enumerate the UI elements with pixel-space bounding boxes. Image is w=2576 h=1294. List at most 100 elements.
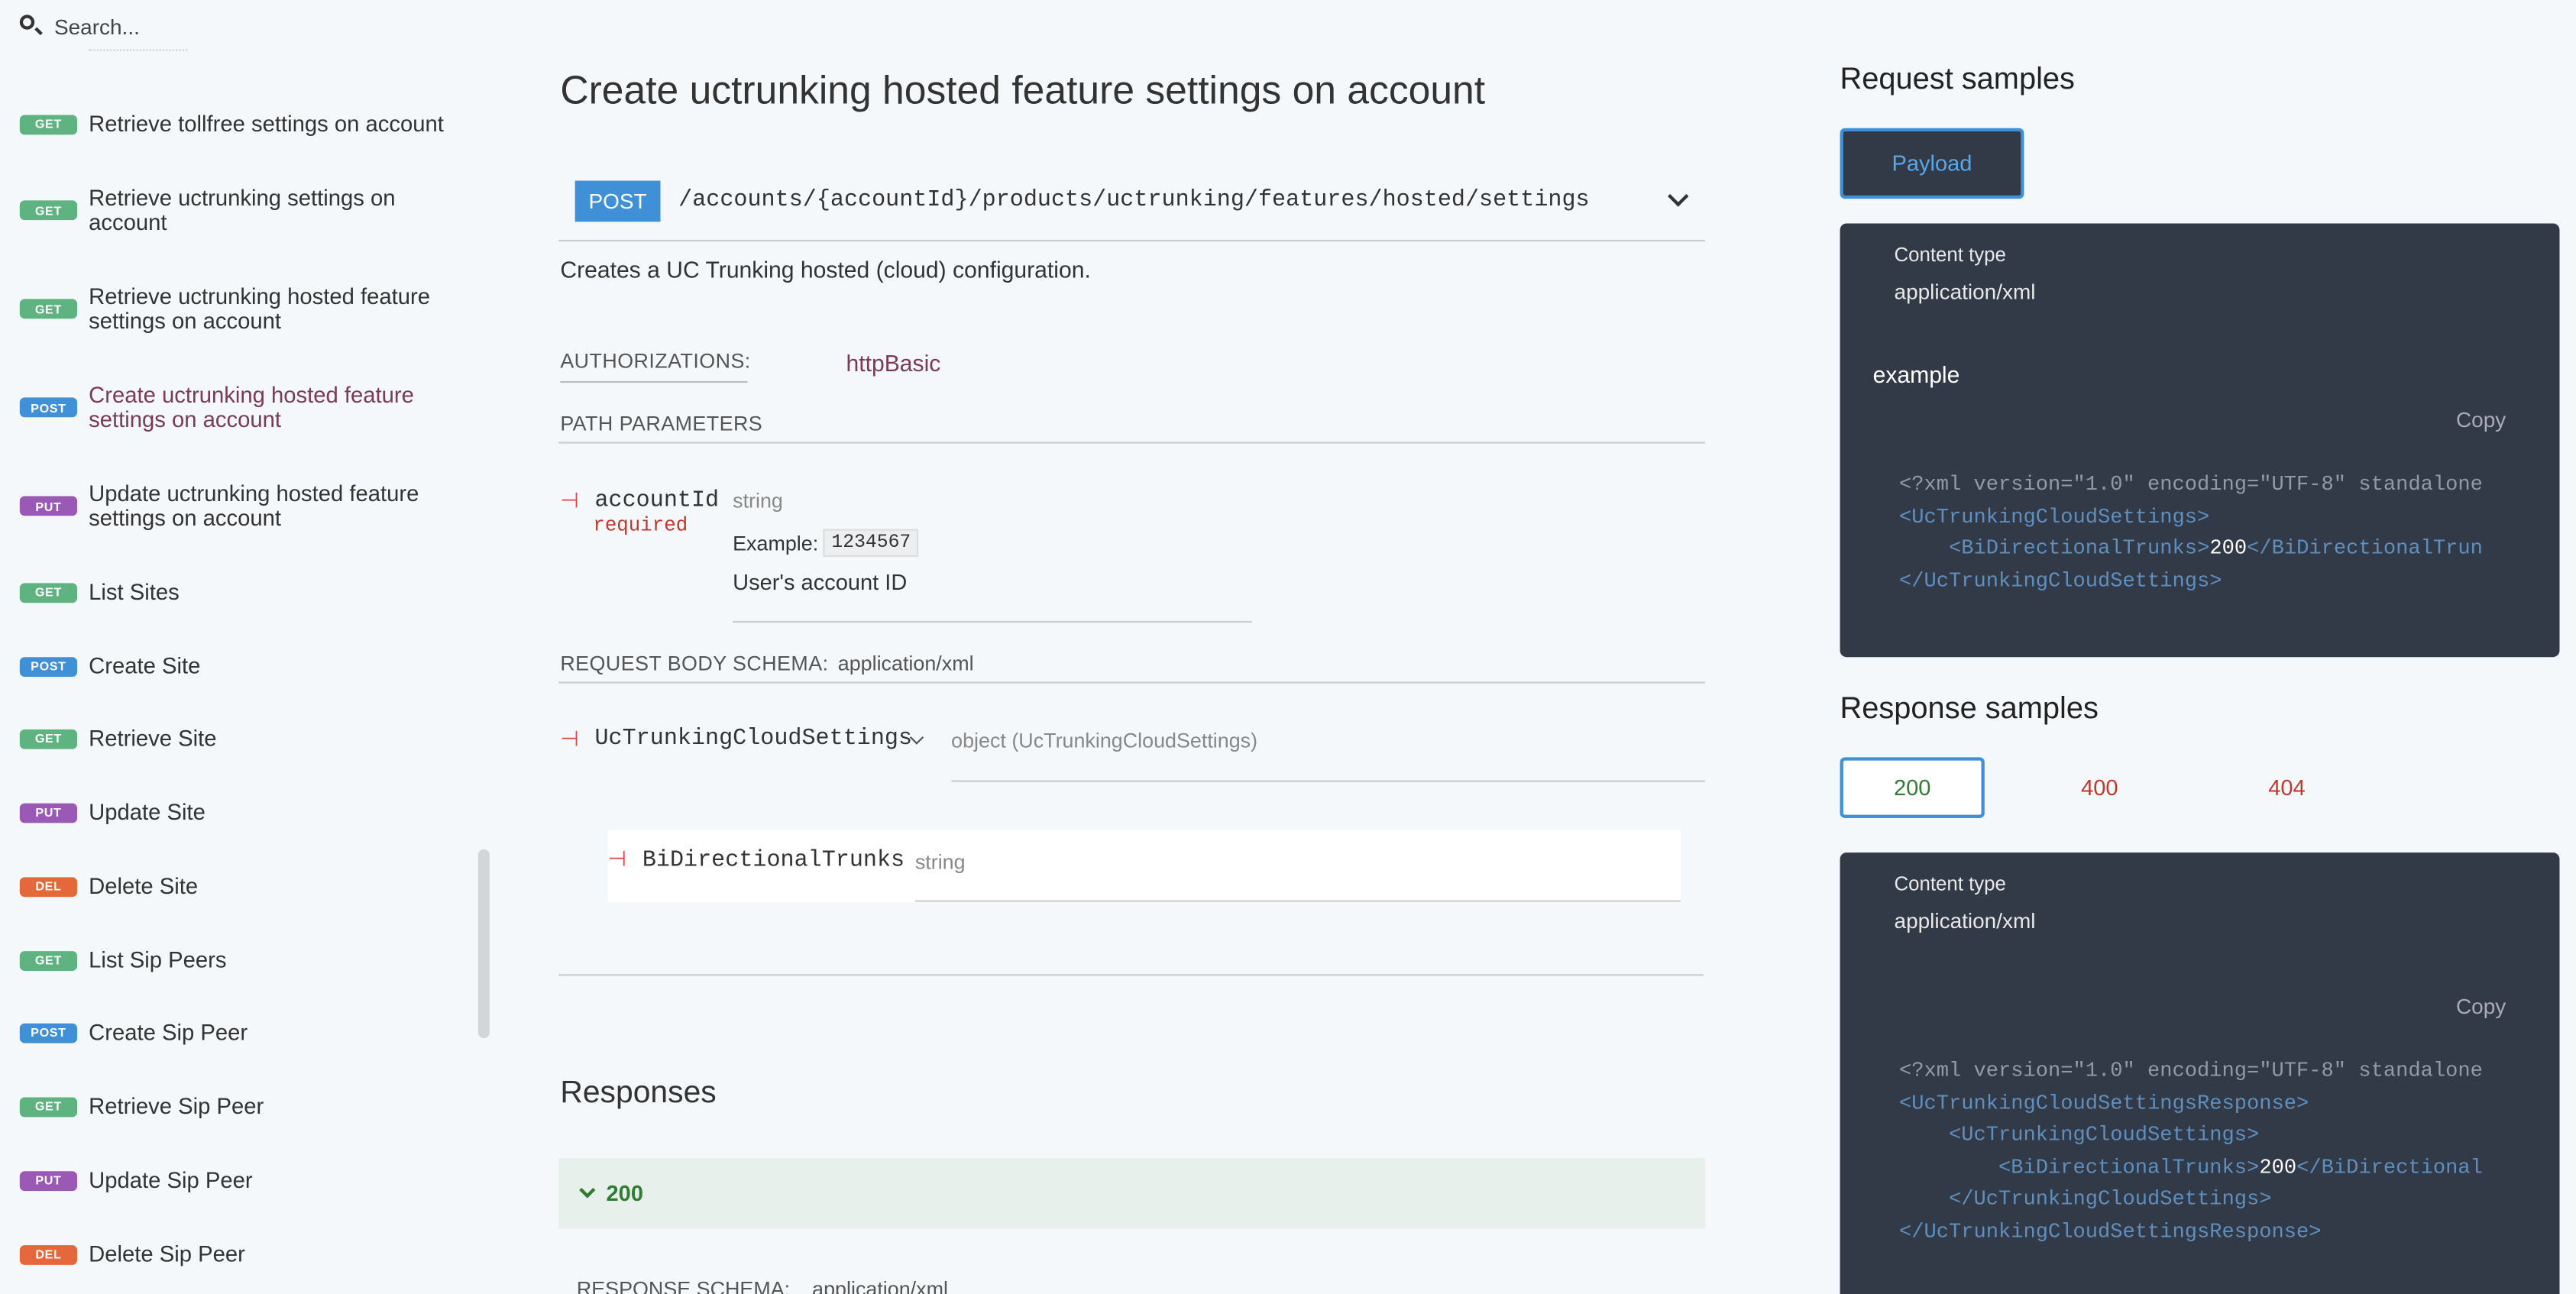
sidebar-item-label: Create Site	[89, 653, 201, 679]
divider	[951, 780, 1706, 782]
sidebar-item-update-hosted[interactable]: PUT Update uctrunking hosted feature set…	[19, 481, 464, 531]
sidebar-item-create-site[interactable]: POST Create Site	[19, 653, 464, 679]
sidebar-item-label: Update Site	[89, 800, 205, 825]
nested-schema: ⊣ BiDirectionalTrunks string	[607, 830, 1681, 902]
xml-tag: <UcTrunkingCloudSettings>	[1898, 505, 2210, 529]
tab-200[interactable]: 200	[1840, 757, 1985, 818]
sidebar-item-delete-sip-peer[interactable]: DEL Delete Sip Peer	[19, 1241, 464, 1267]
sidebar-item-retrieve-sip-peer[interactable]: GET Retrieve Sip Peer	[19, 1094, 464, 1119]
sidebar-item-label: List Sites	[89, 580, 180, 605]
authorization-value: httpBasic	[846, 350, 941, 377]
path-parameters-label: PATH PARAMETERS	[560, 412, 763, 435]
get-badge: GET	[19, 950, 78, 970]
request-samples-title: Request samples	[1840, 60, 2075, 95]
param-name: accountId	[594, 487, 720, 515]
sidebar-item-label: Retrieve tollfree settings on account	[89, 112, 444, 137]
sidebar-item-label: Retrieve Sip Peer	[89, 1094, 264, 1119]
sidebar-scrollbar[interactable]	[477, 849, 490, 1039]
sidebar-item-label: Delete Site	[89, 874, 199, 899]
sidebar-item-label: List Sip Peers	[89, 947, 227, 973]
divider	[560, 380, 748, 383]
divider	[558, 681, 1706, 684]
sidebar-item-label: Retrieve uctrunking settings on account	[89, 186, 396, 235]
param-required: required	[593, 514, 688, 538]
get-badge: GET	[19, 299, 78, 319]
main-content: Create uctrunking hosted feature setting…	[493, 0, 1791, 1294]
xml-tag: </UcTrunkingCloudSettingsResponse>	[1898, 1219, 2322, 1243]
tree-line-icon: ⊣	[607, 847, 627, 872]
sidebar-item-label: Update uctrunking hosted feature setting…	[89, 481, 419, 531]
search-bar[interactable]	[0, 0, 493, 53]
sidebar-item-label: Delete Sip Peer	[89, 1241, 245, 1267]
response-code: 200	[606, 1181, 643, 1206]
param-type: string	[733, 489, 783, 513]
param-description: User's account ID	[733, 570, 908, 595]
payload-tab[interactable]: Payload	[1840, 128, 2024, 199]
content-type-value[interactable]: application/xml	[1895, 908, 2036, 933]
content-type-value[interactable]: application/xml	[1895, 280, 2036, 304]
body-object-name[interactable]: UcTrunkingCloudSettings	[594, 726, 912, 752]
authorizations-label: AUTHORIZATIONS:	[560, 350, 751, 374]
sidebar-item-create-sip-peer[interactable]: POST Create Sip Peer	[19, 1020, 464, 1045]
xml-tag: <UcTrunkingCloudSettings>	[1948, 1123, 2260, 1147]
xml-tag: <BiDirectionalTrunks>	[1998, 1155, 2260, 1179]
sidebar-item-list-sip-peers[interactable]: GET List Sip Peers	[19, 947, 464, 973]
sidebar-item-retrieve-uctrunking[interactable]: GET Retrieve uctrunking settings on acco…	[19, 186, 464, 235]
sidebar-item-update-site[interactable]: PUT Update Site	[19, 800, 464, 825]
xml-tag: <UcTrunkingCloudSettingsResponse>	[1898, 1092, 2309, 1115]
del-badge: DEL	[19, 1244, 78, 1264]
sidebar-item-label: Retrieve uctrunking hosted feature setti…	[89, 284, 431, 334]
sidebar: GET Retrieve tollfree settings on accoun…	[0, 0, 494, 1294]
sidebar-item-retrieve-hosted[interactable]: GET Retrieve uctrunking hosted feature s…	[19, 284, 464, 334]
post-badge: POST	[19, 397, 78, 418]
response-xml: <?xml version="1.0" encoding="UTF-8" sta…	[1899, 1056, 2483, 1249]
xml-value: 200	[2259, 1155, 2297, 1179]
divider	[914, 900, 1681, 902]
responses-title: Responses	[560, 1076, 717, 1111]
xml-tag: <BiDirectionalTrunks>	[1948, 537, 2210, 561]
request-code-panel: Content type application/xml example Cop…	[1840, 223, 2560, 658]
sidebar-item-label: Update Sip Peer	[89, 1168, 253, 1193]
truncated-item	[89, 49, 188, 60]
response-code-panel: Content type application/xml Copy <?xml …	[1840, 852, 2560, 1294]
request-body-label: REQUEST BODY SCHEMA:	[560, 652, 829, 675]
sidebar-item-create-hosted[interactable]: POST Create uctrunking hosted feature se…	[19, 383, 464, 432]
sidebar-item-label: Retrieve Site	[89, 726, 217, 751]
xml-declaration: <?xml version="1.0" encoding="UTF-8" sta…	[1898, 1059, 2483, 1083]
content-type-label: Content type	[1894, 243, 2006, 267]
put-badge: PUT	[19, 802, 78, 823]
response-schema: RESPONSE SCHEMA: application/xml	[577, 1278, 948, 1294]
get-badge: GET	[19, 728, 78, 749]
endpoint-bar[interactable]: POST /accounts/{accountId}/products/uctr…	[558, 164, 1706, 242]
example-label: example	[1872, 361, 1960, 388]
search-input[interactable]	[53, 8, 465, 45]
tab-400[interactable]: 400	[2027, 757, 2172, 818]
sidebar-item-retrieve-tollfree[interactable]: GET Retrieve tollfree settings on accoun…	[19, 112, 464, 137]
example-label: Example:	[733, 531, 819, 555]
sidebar-item-retrieve-site[interactable]: GET Retrieve Site	[19, 726, 464, 751]
tree-line-icon: ⊣	[560, 727, 579, 752]
post-badge: POST	[19, 656, 78, 676]
field-type: string	[914, 850, 966, 875]
put-badge: PUT	[19, 1170, 78, 1191]
chevron-down-icon[interactable]	[1668, 186, 1689, 207]
search-icon	[19, 15, 35, 30]
response-samples-title: Response samples	[1840, 690, 2099, 725]
page-title: Create uctrunking hosted feature setting…	[560, 69, 1486, 114]
method-badge: POST	[574, 180, 661, 222]
sidebar-item-delete-site[interactable]: DEL Delete Site	[19, 874, 464, 899]
response-200-row[interactable]: 200	[558, 1158, 1706, 1229]
sidebar-item-list-sites[interactable]: GET List Sites	[19, 580, 464, 605]
copy-button[interactable]: Copy	[2456, 407, 2506, 432]
xml-declaration: <?xml version="1.0" encoding="UTF-8" sta…	[1898, 473, 2483, 497]
tree-line-icon: ⊣	[560, 489, 579, 515]
copy-button[interactable]: Copy	[2456, 994, 2506, 1018]
tab-404[interactable]: 404	[2215, 757, 2359, 818]
field-name: BiDirectionalTrunks	[642, 847, 905, 875]
body-object-type: object (UcTrunkingCloudSettings)	[951, 729, 1258, 752]
sidebar-item-update-sip-peer[interactable]: PUT Update Sip Peer	[19, 1168, 464, 1193]
chevron-down-icon	[579, 1182, 596, 1199]
post-badge: POST	[19, 1022, 78, 1043]
get-badge: GET	[19, 114, 78, 134]
response-tabs: 200 400 404	[1840, 757, 2383, 818]
